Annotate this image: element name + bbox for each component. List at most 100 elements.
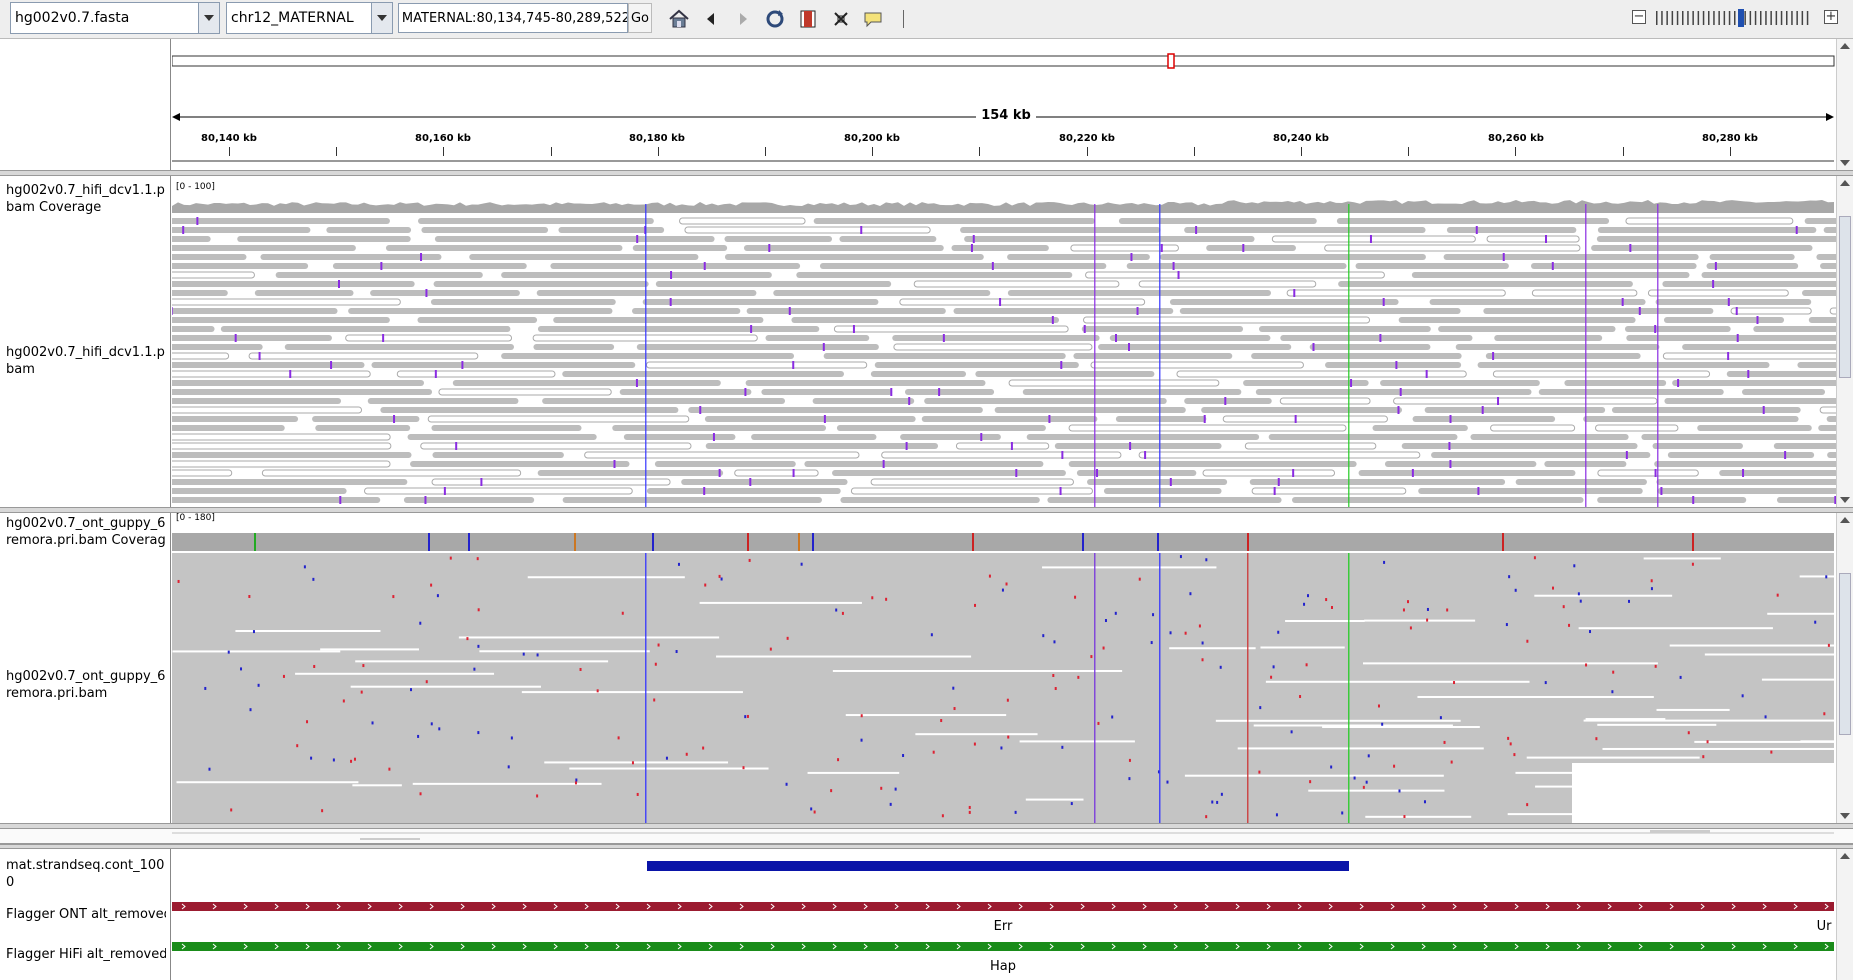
back-icon[interactable] <box>700 8 722 30</box>
hifi-read[interactable] <box>1022 389 1242 395</box>
hifi-read[interactable] <box>1826 416 1836 422</box>
hifi-read[interactable] <box>1324 244 1581 252</box>
hifi-read[interactable] <box>1662 352 1836 360</box>
hifi-read[interactable] <box>1682 344 1836 350</box>
hifi-read[interactable] <box>724 254 984 260</box>
hifi-read[interactable] <box>1663 317 1785 323</box>
hifi-read[interactable] <box>724 236 833 242</box>
hifi-read[interactable] <box>1652 443 1743 449</box>
hifi-read[interactable] <box>1595 424 1679 432</box>
hifi-read[interactable] <box>1611 407 1801 413</box>
hifi-read[interactable] <box>796 272 1073 278</box>
hifi-read[interactable] <box>1455 344 1660 350</box>
hifi-read[interactable] <box>1655 299 1812 305</box>
hifi-read[interactable] <box>1804 218 1836 224</box>
hifi-read[interactable] <box>761 389 893 395</box>
hifi-read[interactable] <box>899 298 1146 306</box>
hifi-reads-track-name[interactable]: hg002v0.7_hifi_dcv1.1.pr bam <box>6 344 166 378</box>
refresh-icon[interactable] <box>764 8 786 30</box>
hifi-read[interactable] <box>172 488 347 494</box>
hifi-read[interactable] <box>558 227 665 233</box>
hifi-read[interactable] <box>1176 370 1467 378</box>
hifi-read[interactable] <box>275 272 483 278</box>
hifi-read[interactable] <box>1206 245 1296 251</box>
hifi-read[interactable] <box>345 334 513 342</box>
hifi-read[interactable] <box>1818 425 1836 431</box>
locus-input[interactable] <box>399 4 627 32</box>
hifi-read[interactable] <box>417 317 538 323</box>
hifi-read[interactable] <box>1087 479 1228 485</box>
hifi-read[interactable] <box>1719 470 1836 476</box>
hifi-read[interactable] <box>832 470 1066 476</box>
hifi-read[interactable] <box>612 425 827 431</box>
hifi-read[interactable] <box>684 226 931 234</box>
hifi-read[interactable] <box>1654 461 1836 467</box>
hifi-read[interactable] <box>1179 308 1461 314</box>
hifi-scrollbar[interactable] <box>1836 176 1853 507</box>
hifi-read[interactable] <box>1244 442 1377 450</box>
hifi-read[interactable] <box>172 352 230 360</box>
hifi-read[interactable] <box>1418 488 1643 494</box>
hifi-read[interactable] <box>1443 254 1699 260</box>
hifi-read[interactable] <box>260 254 442 260</box>
hifi-read[interactable] <box>1401 443 1638 449</box>
hifi-read[interactable] <box>172 245 356 251</box>
popup-info-icon[interactable] <box>862 8 884 30</box>
hifi-read[interactable] <box>284 344 514 350</box>
hifi-read[interactable] <box>536 290 757 296</box>
hifi-read[interactable] <box>870 478 1074 486</box>
flagger-hifi-track-name[interactable]: Flagger HiFi alt_removed <box>6 946 166 963</box>
flagger-hifi-feature[interactable] <box>172 942 1834 951</box>
hifi-read[interactable] <box>1564 380 1667 386</box>
hifi-read[interactable] <box>501 272 772 278</box>
hifi-read[interactable] <box>367 398 519 404</box>
zoom-in-icon[interactable]: + <box>1824 10 1838 24</box>
hifi-read[interactable] <box>1672 380 1836 386</box>
hifi-read[interactable] <box>1438 326 1616 332</box>
strandseq-track-name[interactable]: mat.strandseq.cont_100 0 <box>6 857 166 891</box>
hifi-read[interactable] <box>261 469 522 477</box>
hifi-read[interactable] <box>452 380 721 386</box>
hifi-read[interactable] <box>172 406 363 414</box>
hifi-read[interactable] <box>172 317 390 323</box>
hifi-read[interactable] <box>371 362 636 368</box>
hifi-read[interactable] <box>1816 254 1836 260</box>
hifi-read[interactable] <box>550 263 801 269</box>
chromosome-dropdown[interactable]: chr12_MATERNAL <box>226 2 393 34</box>
hifi-read[interactable] <box>773 290 991 296</box>
hifi-read[interactable] <box>172 263 309 269</box>
hifi-read[interactable] <box>1083 316 1371 324</box>
hifi-read[interactable] <box>1706 263 1799 269</box>
hifi-read[interactable] <box>172 344 263 350</box>
hifi-read[interactable] <box>1470 434 1629 440</box>
hifi-read[interactable] <box>964 236 1255 242</box>
hifi-read[interactable] <box>734 469 819 477</box>
hifi-read[interactable] <box>1243 380 1369 386</box>
hifi-read[interactable] <box>172 433 391 441</box>
hifi-read[interactable] <box>1591 245 1813 251</box>
hifi-read[interactable] <box>975 371 1155 377</box>
hifi-read[interactable] <box>410 461 630 467</box>
hifi-read[interactable] <box>172 460 391 468</box>
hifi-read[interactable] <box>1412 416 1556 422</box>
hifi-read[interactable] <box>172 497 381 503</box>
hifi-read[interactable] <box>1597 497 1747 503</box>
hifi-read[interactable] <box>655 281 892 287</box>
hifi-read[interactable] <box>1279 397 1371 405</box>
hifi-read[interactable] <box>172 479 408 485</box>
hifi-read[interactable] <box>679 217 806 225</box>
hifi-read[interactable] <box>172 416 299 422</box>
hifi-read[interactable] <box>1647 289 1789 297</box>
hifi-read[interactable] <box>1054 443 1222 449</box>
hifi-read[interactable] <box>1802 290 1836 296</box>
hifi-read[interactable] <box>172 442 392 450</box>
hifi-read[interactable] <box>312 416 420 422</box>
hifi-read[interactable] <box>1222 415 1388 423</box>
hifi-read[interactable] <box>1184 227 1426 233</box>
hifi-read[interactable] <box>172 389 433 395</box>
hifi-read[interactable] <box>1255 389 1532 395</box>
hifi-read[interactable] <box>1515 479 1647 485</box>
hifi-read[interactable] <box>646 488 841 494</box>
hifi-read[interactable] <box>1483 308 1714 314</box>
hifi-read[interactable] <box>704 416 916 422</box>
